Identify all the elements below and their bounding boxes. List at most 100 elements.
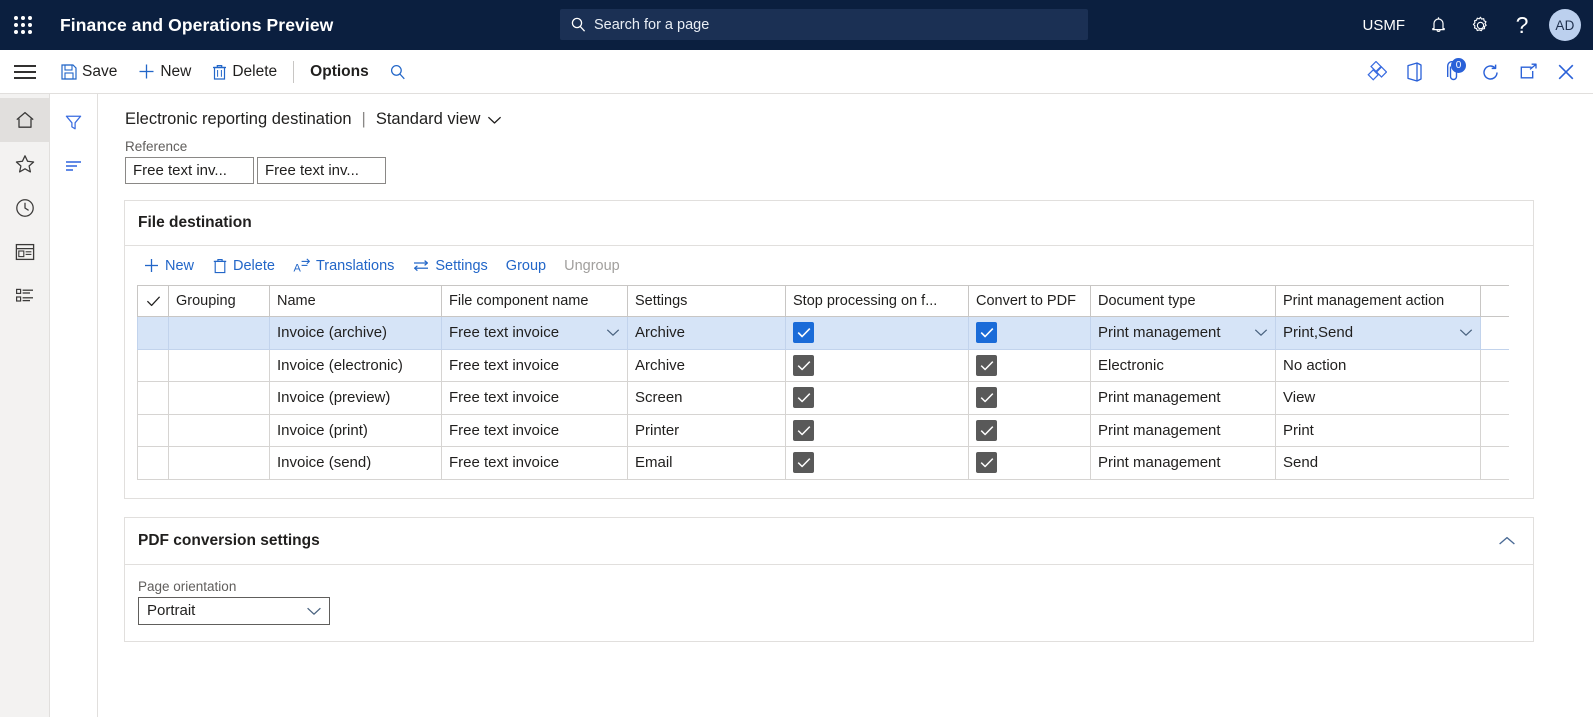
table-row[interactable]: Invoice (send) Free text invoice Email P… <box>137 446 1509 480</box>
chevron-down-icon[interactable] <box>306 606 322 616</box>
cell-document-type[interactable]: Print management <box>1090 381 1276 415</box>
help-button[interactable]: ? <box>1501 0 1543 50</box>
cell-grouping[interactable] <box>168 381 270 415</box>
column-header-document-type[interactable]: Document type <box>1090 285 1276 317</box>
sidebar-item-modules[interactable] <box>0 274 50 318</box>
cell-print-management-action[interactable]: No action <box>1275 348 1481 382</box>
cell-file-component-name[interactable]: Free text invoice <box>441 348 628 382</box>
column-header-settings[interactable]: Settings <box>627 285 786 317</box>
sidebar-item-favorites[interactable] <box>0 142 50 186</box>
avatar[interactable]: AD <box>1549 9 1581 41</box>
cell-print-management-action[interactable]: View <box>1275 381 1481 415</box>
cell-settings[interactable]: Printer <box>627 413 786 447</box>
cell-grouping[interactable] <box>168 348 270 382</box>
attachments-button[interactable]: 0 <box>1433 50 1471 94</box>
cell-stop-processing[interactable] <box>785 446 969 480</box>
reference-field-2[interactable]: Free text inv... <box>257 157 386 184</box>
cell-grouping[interactable] <box>168 316 270 350</box>
cell-file-component-name[interactable]: Free text invoice <box>441 446 628 480</box>
select-all-column-header[interactable] <box>137 285 169 317</box>
office-app-button[interactable] <box>1395 50 1433 94</box>
grid-settings-button[interactable]: Settings <box>404 251 495 281</box>
save-button[interactable]: Save <box>50 50 127 94</box>
column-header-print-management-action[interactable]: Print management action <box>1275 285 1481 317</box>
cell-convert-to-pdf[interactable] <box>968 413 1091 447</box>
cell-print-management-action[interactable]: Send <box>1275 446 1481 480</box>
cell-name[interactable]: Invoice (send) <box>269 446 442 480</box>
grid-translations-button[interactable]: A Translations <box>285 251 402 281</box>
search-input[interactable] <box>592 15 1078 34</box>
cell-file-component-name[interactable]: Free text invoice <box>441 316 628 350</box>
cell-document-type[interactable]: Print management <box>1090 413 1276 447</box>
grid-new-button[interactable]: New <box>135 251 202 281</box>
cell-name[interactable]: Invoice (print) <box>269 413 442 447</box>
options-button[interactable]: Options <box>300 50 379 94</box>
refresh-button[interactable] <box>1471 50 1509 94</box>
cell-stop-processing[interactable] <box>785 413 969 447</box>
close-button[interactable] <box>1547 50 1585 94</box>
column-header-stop-processing[interactable]: Stop processing on f... <box>785 285 969 317</box>
row-select-cell[interactable] <box>137 316 169 350</box>
column-header-convert-to-pdf[interactable]: Convert to PDF <box>968 285 1091 317</box>
app-launcher-button[interactable] <box>0 16 46 34</box>
chevron-down-icon[interactable] <box>1459 328 1473 337</box>
cell-name[interactable]: Invoice (preview) <box>269 381 442 415</box>
cell-grouping[interactable] <box>168 413 270 447</box>
cell-document-type[interactable]: Print management <box>1090 316 1276 350</box>
column-header-grouping[interactable]: Grouping <box>168 285 270 317</box>
checkbox-checked[interactable] <box>976 322 997 344</box>
delete-button[interactable]: Delete <box>201 50 287 94</box>
table-row[interactable]: Invoice (preview) Free text invoice Scre… <box>137 381 1509 415</box>
cell-settings[interactable]: Email <box>627 446 786 480</box>
grid-delete-button[interactable]: Delete <box>204 251 283 281</box>
cell-file-component-name[interactable]: Free text invoice <box>441 381 628 415</box>
cell-convert-to-pdf[interactable] <box>968 381 1091 415</box>
checkbox-checked[interactable] <box>793 322 814 344</box>
company-selector[interactable]: USMF <box>1351 17 1418 34</box>
search-box[interactable] <box>560 9 1088 40</box>
row-select-cell[interactable] <box>137 413 169 447</box>
grid-group-button[interactable]: Group <box>498 251 554 281</box>
row-select-cell[interactable] <box>137 381 169 415</box>
sort-button[interactable] <box>55 150 93 182</box>
cell-stop-processing[interactable] <box>785 348 969 382</box>
cell-convert-to-pdf[interactable] <box>968 446 1091 480</box>
settings-button[interactable] <box>1459 0 1501 50</box>
cell-file-component-name[interactable]: Free text invoice <box>441 413 628 447</box>
filter-button[interactable] <box>55 106 93 138</box>
table-row[interactable]: Invoice (print) Free text invoice Printe… <box>137 413 1509 447</box>
view-selector[interactable]: Standard view <box>376 110 503 129</box>
page-orientation-select[interactable]: Portrait <box>138 596 330 625</box>
pdf-conversion-settings-header[interactable]: PDF conversion settings <box>125 518 1533 565</box>
cell-document-type[interactable]: Electronic <box>1090 348 1276 382</box>
cell-name[interactable]: Invoice (electronic) <box>269 348 442 382</box>
cell-stop-processing[interactable] <box>785 381 969 415</box>
cell-convert-to-pdf[interactable] <box>968 348 1091 382</box>
column-header-file-component-name[interactable]: File component name <box>441 285 628 317</box>
sidebar-item-recent[interactable] <box>0 186 50 230</box>
chevron-up-icon[interactable] <box>1497 535 1517 547</box>
chevron-down-icon[interactable] <box>606 328 620 337</box>
cell-print-management-action[interactable]: Print,Send <box>1275 316 1481 350</box>
cell-settings[interactable]: Archive <box>627 348 786 382</box>
cell-document-type[interactable]: Print management <box>1090 446 1276 480</box>
table-row[interactable]: Invoice (archive) Free text invoice Arch… <box>137 316 1509 350</box>
cell-settings[interactable]: Archive <box>627 316 786 350</box>
cell-settings[interactable]: Screen <box>627 381 786 415</box>
row-select-cell[interactable] <box>137 446 169 480</box>
cell-convert-to-pdf[interactable] <box>968 316 1091 350</box>
table-row[interactable]: Invoice (electronic) Free text invoice A… <box>137 348 1509 382</box>
sidebar-item-workspaces[interactable] <box>0 230 50 274</box>
sidebar-item-home[interactable] <box>0 98 50 142</box>
global-search[interactable] <box>560 9 1088 40</box>
row-select-cell[interactable] <box>137 348 169 382</box>
new-button[interactable]: New <box>127 50 201 94</box>
chevron-down-icon[interactable] <box>1254 328 1268 337</box>
notifications-button[interactable] <box>1417 0 1459 50</box>
page-search-button[interactable] <box>379 50 417 94</box>
cell-print-management-action[interactable]: Print <box>1275 413 1481 447</box>
navigation-toggle-button[interactable] <box>0 50 50 94</box>
cell-name[interactable]: Invoice (archive) <box>269 316 442 350</box>
cell-stop-processing[interactable] <box>785 316 969 350</box>
column-header-name[interactable]: Name <box>269 285 442 317</box>
